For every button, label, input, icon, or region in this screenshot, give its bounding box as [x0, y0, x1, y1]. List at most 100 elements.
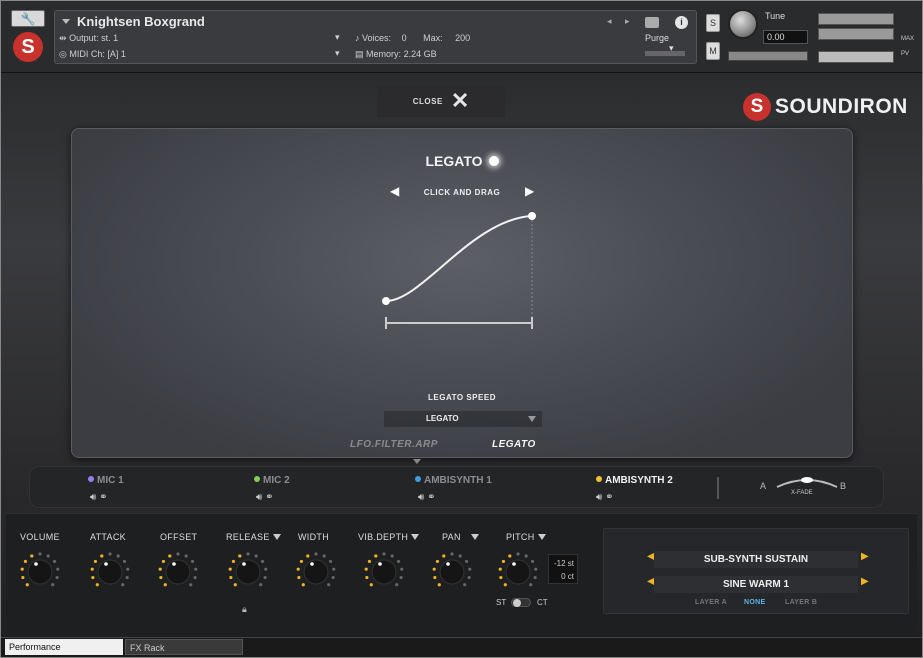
- speaker-icon[interactable]: 🔊︎: [90, 492, 96, 503]
- tune-label: Tune: [765, 11, 786, 21]
- xfade-handle[interactable]: [801, 477, 813, 483]
- midi-select[interactable]: [A] 1: [107, 49, 126, 59]
- curve-end-handle[interactable]: [528, 212, 536, 220]
- pitch-readout[interactable]: -12 st 0 ct: [548, 554, 578, 584]
- st-ct-toggle[interactable]: [511, 598, 531, 607]
- pan-label-row[interactable]: PAN: [442, 532, 479, 542]
- volume-knob[interactable]: [18, 550, 62, 594]
- max-value[interactable]: 200: [455, 33, 470, 43]
- knob-tick: [116, 554, 120, 558]
- next-instrument-icon[interactable]: ▸: [625, 16, 630, 27]
- ambisynth-2-label: AMBISYNTH 2: [605, 475, 673, 486]
- next-curve-arrow-icon[interactable]: ▶: [525, 184, 534, 198]
- link-icon[interactable]: ⚭: [427, 492, 435, 503]
- layer-b-next-icon[interactable]: ▶: [861, 576, 869, 587]
- layer-a-select[interactable]: LAYER A: [695, 599, 727, 606]
- attack-knob[interactable]: [88, 550, 132, 594]
- midi-dropdown-icon[interactable]: ▾: [335, 48, 340, 59]
- instrument-info-panel: Knightsen Boxgrand ◂ ▸ i ⇹ Output: st. 1…: [54, 10, 697, 64]
- knob-tick: [194, 567, 198, 571]
- tab-performance[interactable]: Performance: [5, 639, 123, 655]
- tab-legato[interactable]: LEGATO: [492, 439, 536, 450]
- camera-icon[interactable]: [645, 17, 659, 28]
- pitch-knob[interactable]: [496, 550, 540, 594]
- knob-graphic: [90, 552, 130, 587]
- speaker-icon[interactable]: 🔊︎: [418, 492, 424, 503]
- link-icon[interactable]: ⚭: [605, 492, 613, 503]
- volume-slider[interactable]: [818, 51, 894, 63]
- solo-button[interactable]: S: [706, 14, 720, 32]
- lock-icon[interactable]: 🔒︎: [242, 604, 247, 615]
- layer-b-select[interactable]: LAYER B: [785, 599, 817, 606]
- info-icon[interactable]: i: [675, 16, 688, 29]
- link-icon[interactable]: ⚭: [99, 492, 107, 503]
- bottom-tab-bar: Performance FX Rack: [1, 637, 922, 657]
- link-icon[interactable]: ⚭: [265, 492, 273, 503]
- knob-tick: [122, 559, 127, 564]
- release-knob[interactable]: [226, 550, 270, 594]
- pan-slider[interactable]: [728, 51, 808, 61]
- width-knob[interactable]: [294, 550, 338, 594]
- pitch-label-row[interactable]: PITCH: [506, 532, 546, 542]
- speaker-icon[interactable]: 🔊︎: [256, 492, 262, 503]
- ambisynth-1-toggle[interactable]: AMBISYNTH 1: [415, 475, 492, 486]
- ambisynth-2-toggle[interactable]: AMBISYNTH 2: [596, 475, 673, 486]
- layer-a-next-icon[interactable]: ▶: [861, 551, 869, 562]
- knob-tick: [108, 552, 112, 556]
- mic-2-toggle[interactable]: MIC 2: [254, 475, 290, 486]
- legato-speed-dropdown[interactable]: LEGATO: [384, 411, 542, 427]
- mic-1-label: MIC 1: [97, 475, 124, 486]
- knob-tick: [433, 575, 437, 580]
- tune-value[interactable]: 0.00: [763, 30, 808, 44]
- knob-tick: [365, 575, 369, 580]
- instrument-name[interactable]: Knightsen Boxgrand: [77, 14, 205, 29]
- none-select[interactable]: NONE: [744, 599, 765, 606]
- midi-icon: ◎: [59, 49, 67, 59]
- knob-tick: [21, 575, 25, 580]
- mic-2-label: MIC 2: [263, 475, 290, 486]
- speaker-icon[interactable]: 🔊︎: [596, 492, 602, 503]
- tune-knob[interactable]: [728, 9, 758, 39]
- tab-fx-rack[interactable]: FX Rack: [125, 639, 243, 655]
- mic-1-toggle[interactable]: MIC 1: [88, 475, 124, 486]
- output-dropdown-icon[interactable]: ▾: [335, 32, 340, 43]
- legato-title: LEGATO: [425, 153, 483, 169]
- xfade-b-label: B: [840, 481, 847, 491]
- knob-tick: [264, 567, 268, 571]
- knob-tick: [331, 575, 335, 580]
- click-and-drag-label: CLICK AND DRAG: [423, 188, 501, 197]
- output-icon: ⇹: [59, 33, 67, 43]
- xfade-slider[interactable]: [775, 473, 839, 489]
- pan-knob[interactable]: [430, 550, 474, 594]
- vib-depth-label-row[interactable]: VIB.DEPTH: [358, 532, 420, 542]
- layer-b-preset[interactable]: SINE WARM 1: [654, 576, 858, 593]
- mute-button[interactable]: M: [706, 42, 720, 60]
- knob-tick: [463, 583, 467, 587]
- knob-tick: [297, 575, 301, 580]
- output-select[interactable]: st. 1: [101, 33, 118, 43]
- instrument-menu-icon[interactable]: [62, 19, 70, 24]
- close-button[interactable]: CLOSE ✕: [377, 85, 505, 117]
- mic-1-controls: 🔊︎ ⚭: [90, 492, 107, 503]
- voices-icon: ♪: [355, 33, 360, 43]
- memory-value: 2.24 GB: [403, 49, 437, 59]
- knob-tick: [499, 575, 503, 580]
- offset-knob[interactable]: [156, 550, 200, 594]
- layer-a-preset[interactable]: SUB-SYNTH SUSTAIN: [654, 551, 858, 568]
- tab-lfo-filter-arp[interactable]: LFO.FILTER.ARP: [350, 439, 438, 450]
- legato-curve-editor[interactable]: [372, 211, 552, 341]
- knob-tick: [508, 554, 512, 558]
- legato-title-row: LEGATO: [72, 153, 852, 169]
- knob-tick: [233, 583, 237, 587]
- release-label-row[interactable]: RELEASE: [226, 532, 281, 542]
- vib-depth-knob[interactable]: [362, 550, 406, 594]
- legato-enable-led[interactable]: [488, 156, 499, 166]
- knob-tick: [390, 554, 394, 558]
- prev-instrument-icon[interactable]: ◂: [607, 16, 612, 27]
- vib-depth-label: VIB.DEPTH: [358, 532, 409, 542]
- purge-label: Purge: [645, 33, 670, 43]
- curve-start-handle[interactable]: [382, 297, 390, 305]
- ambisynth-1-controls: 🔊︎ ⚭: [418, 492, 435, 503]
- wrench-icon[interactable]: 🔧: [11, 10, 45, 27]
- knob-tick: [126, 567, 130, 571]
